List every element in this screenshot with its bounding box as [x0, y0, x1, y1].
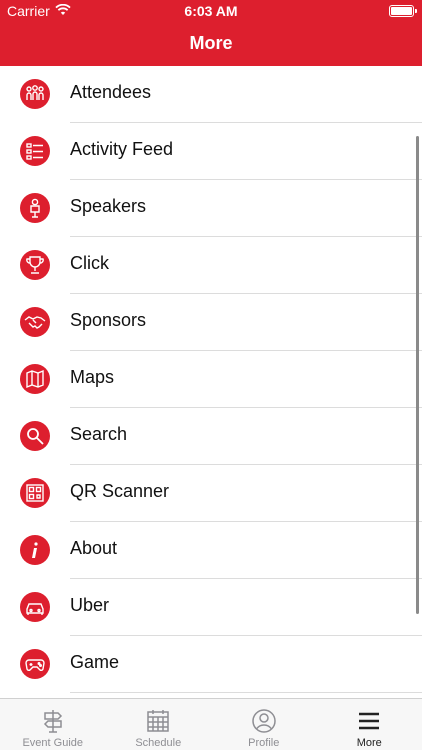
trophy-icon	[20, 250, 50, 280]
menu-item-label: Game	[70, 652, 120, 672]
search-icon	[20, 421, 50, 451]
status-time: 6:03 AM	[184, 3, 238, 19]
activity-feed-icon	[20, 136, 50, 166]
status-bar: Carrier 6:03 AM	[0, 0, 422, 22]
menu-item-search[interactable]: Search	[0, 408, 422, 465]
more-menu-list: Attendees Activity Feed Speakers Click S…	[0, 66, 422, 698]
tab-label: More	[356, 737, 382, 749]
page-title: More	[189, 33, 233, 53]
menu-item-label: Search	[70, 424, 128, 444]
menu-item-label: Sponsors	[70, 310, 147, 330]
user-icon	[251, 708, 277, 734]
menu-item-label: Click	[70, 253, 109, 273]
car-icon	[20, 592, 50, 622]
tab-label: Event Guide	[22, 737, 84, 749]
tab-profile[interactable]: Profile	[211, 699, 317, 750]
menu-item-about[interactable]: About	[0, 522, 422, 579]
menu-item-label: About	[70, 538, 118, 558]
menu-item-label: Speakers	[70, 196, 147, 216]
tab-schedule[interactable]: Schedule	[106, 699, 212, 750]
menu-item-label: Maps	[70, 367, 115, 387]
signpost-icon	[40, 708, 66, 734]
menu-item-label: Activity Feed	[70, 139, 174, 159]
menu-item-speakers[interactable]: Speakers	[0, 180, 422, 237]
menu-item-qr-scanner[interactable]: QR Scanner	[0, 465, 422, 522]
menu-item-activity-feed[interactable]: Activity Feed	[0, 123, 422, 180]
tab-bar: Event Guide Schedule Profile More	[0, 698, 422, 750]
attendees-icon	[20, 79, 50, 109]
menu-item-label: QR Scanner	[70, 481, 170, 501]
menu-icon	[356, 708, 382, 734]
menu-item-label: Uber	[70, 595, 110, 615]
calendar-icon	[145, 708, 171, 734]
tab-label: Profile	[248, 737, 280, 749]
tab-label: Schedule	[135, 737, 182, 749]
menu-item-uber[interactable]: Uber	[0, 579, 422, 636]
qr-code-icon	[20, 478, 50, 508]
menu-item-maps[interactable]: Maps	[0, 351, 422, 408]
map-icon	[20, 364, 50, 394]
app-header: Carrier 6:03 AM More	[0, 0, 422, 66]
tab-more[interactable]: More	[317, 699, 422, 750]
battery-icon	[389, 5, 417, 17]
menu-item-click[interactable]: Click	[0, 237, 422, 294]
speaker-icon	[20, 193, 50, 223]
menu-item-sponsors[interactable]: Sponsors	[0, 294, 422, 351]
menu-item-game[interactable]: Game	[0, 636, 422, 693]
gamepad-icon	[20, 649, 50, 679]
divider	[70, 692, 422, 693]
scrollbar[interactable]	[416, 136, 419, 614]
menu-item-label: Attendees	[70, 82, 152, 102]
handshake-icon	[20, 307, 50, 337]
info-icon	[20, 535, 50, 565]
tab-event-guide[interactable]: Event Guide	[0, 699, 106, 750]
menu-item-attendees[interactable]: Attendees	[0, 66, 422, 123]
